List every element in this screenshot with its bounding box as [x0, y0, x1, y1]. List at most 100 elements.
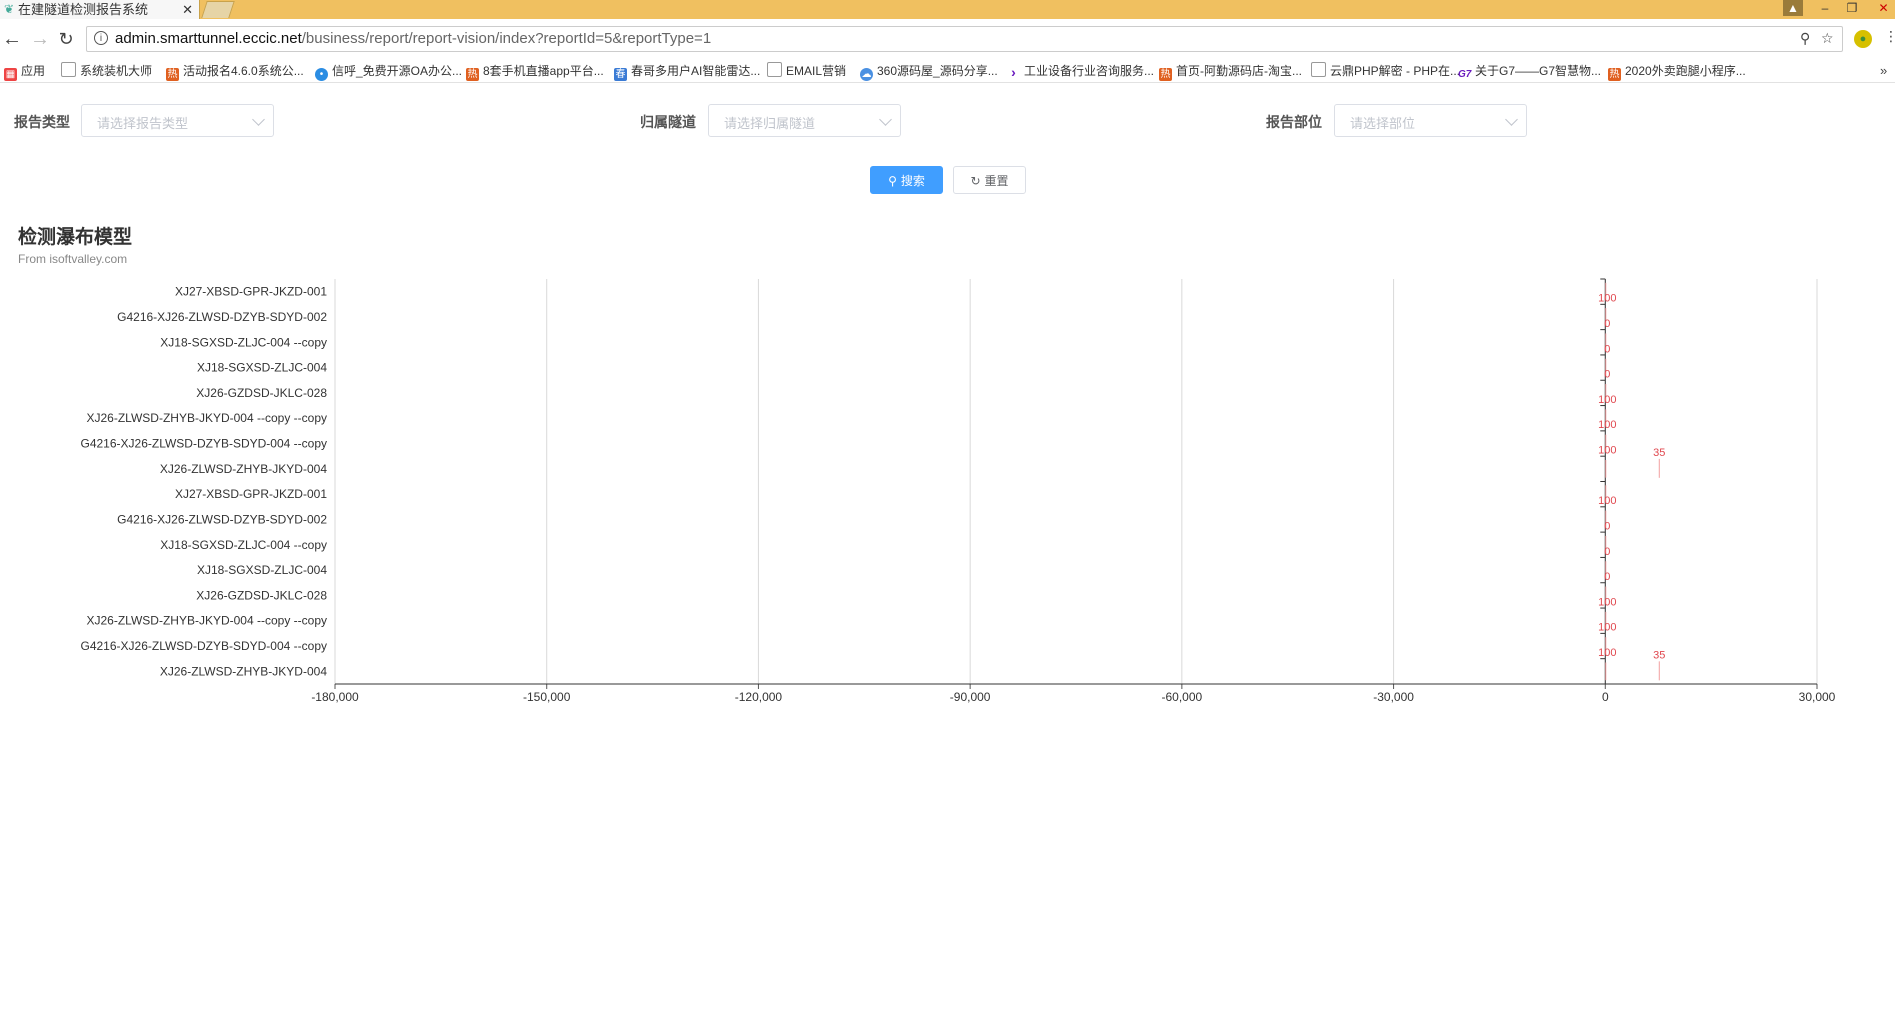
x-tick-label: -120,000 — [735, 690, 783, 704]
chart-title: 检测瀑布模型 — [18, 227, 133, 248]
data-label: 0 — [1604, 571, 1610, 583]
maximize-icon[interactable]: ❐ — [1843, 0, 1861, 16]
page-icon — [61, 62, 76, 77]
data-label: 0 — [1604, 520, 1610, 532]
category-label: G4216-XJ26-ZLWSD-DZYB-SDYD-002 — [117, 512, 327, 526]
bookmark-item[interactable]: 热首页-阿勤源码店-淘宝... — [1159, 60, 1302, 82]
bookmark-item[interactable]: › 工业设备行业咨询服务... — [1007, 60, 1154, 82]
browser-title-bar: ❦ 在建隧道检测报告系统 ✕ ▲ – ❐ ✕ — [0, 0, 1895, 19]
info-icon[interactable]: i — [94, 31, 108, 45]
brand-icon: 热 — [166, 68, 179, 81]
category-label: XJ27-XBSD-GPR-JKZD-001 — [175, 487, 327, 501]
data-label: 100 — [1598, 419, 1616, 431]
tab-close-icon[interactable]: ✕ — [182, 0, 193, 19]
x-tick-label: -30,000 — [1373, 690, 1414, 704]
bookmark-label: 8套手机直播app平台... — [483, 64, 604, 78]
star-icon[interactable]: ☆ — [1821, 30, 1834, 47]
extension-icon[interactable]: ● — [1854, 30, 1872, 48]
bookmark-label: 2020外卖跑腿小程序... — [1625, 64, 1746, 78]
bookmark-label: 活动报名4.6.0系统公... — [183, 64, 304, 78]
refresh-icon: ↻ — [970, 174, 981, 188]
category-label: XJ26-GZDSD-JKLC-028 — [196, 386, 327, 400]
x-tick-label: 30,000 — [1799, 690, 1836, 704]
tab-favicon-icon: ❦ — [4, 2, 15, 16]
bookmark-item[interactable]: • 信呼_免费开源OA办公... — [315, 60, 462, 82]
x-tick-label: -90,000 — [950, 690, 991, 704]
search-button[interactable]: ⚲ 搜索 — [870, 166, 943, 194]
bookmark-item[interactable]: 系统装机大师 — [61, 60, 152, 82]
reset-button[interactable]: ↻ 重置 — [953, 166, 1026, 194]
chevron-down-icon — [252, 113, 265, 126]
bookmark-label: 关于G7——G7智慧物... — [1475, 64, 1602, 78]
part-select[interactable]: 请选择部位 — [1334, 104, 1527, 137]
url-path: /business/report/report-vision/index?rep… — [301, 30, 712, 47]
bookmark-item[interactable]: ☁ 360源码屋_源码分享... — [860, 60, 998, 82]
chevron-down-icon — [1505, 113, 1518, 126]
bookmark-item[interactable]: G7 关于G7——G7智慧物... — [1458, 60, 1601, 82]
chart-subtitle: From isoftvalley.com — [18, 252, 128, 266]
data-label: 35 — [1653, 447, 1665, 459]
chevron-icon: › — [1011, 64, 1016, 80]
bookmarks-bar: ▦ 应用 系统装机大师 热活动报名4.6.0系统公... • 信呼_免费开源OA办公… — [0, 60, 1895, 83]
tunnel-placeholder: 请选择归属隧道 — [724, 116, 816, 131]
data-label: 100 — [1598, 647, 1616, 659]
menu-dots-icon[interactable]: ⋮ — [1884, 28, 1895, 45]
minimize-icon[interactable]: – — [1816, 0, 1834, 16]
data-label: 100 — [1598, 445, 1616, 457]
url-host: admin.smarttunnel.eccic.net — [115, 30, 302, 47]
tab-title: 在建隧道检测报告系统 — [18, 2, 149, 17]
bookmark-label: 春哥多用户AI智能雷达... — [631, 64, 761, 78]
bookmark-label: 信呼_免费开源OA办公... — [332, 64, 463, 78]
forward-arrow-icon[interactable]: → — [30, 29, 50, 49]
brand-icon: 热 — [466, 68, 479, 81]
category-label: XJ18-SGXSD-ZLJC-004 — [197, 361, 327, 375]
data-bar — [1605, 662, 1607, 681]
url-input[interactable]: i admin.smarttunnel.eccic.net/business/r… — [86, 26, 1843, 52]
bookmark-label: 360源码屋_源码分享... — [877, 64, 998, 78]
bookmark-item[interactable]: EMAIL营销 — [767, 60, 846, 82]
location-pin-icon[interactable]: ⚲ — [1800, 30, 1810, 47]
x-tick-label: -60,000 — [1162, 690, 1203, 704]
data-label: 100 — [1598, 596, 1616, 608]
apps-icon: ▦ — [4, 68, 17, 81]
address-bar-row: ← → ↻ i admin.smarttunnel.eccic.net/busi… — [0, 19, 1895, 61]
search-icon: ⚲ — [888, 174, 897, 188]
category-label: XJ18-SGXSD-ZLJC-004 — [197, 563, 327, 577]
category-label: XJ26-ZLWSD-ZHYB-JKYD-004 --copy --copy — [87, 614, 328, 628]
chat-icon: • — [315, 68, 328, 81]
g7-icon: G7 — [1458, 69, 1472, 80]
bookmark-item[interactable]: 云鼎PHP解密 - PHP在... — [1311, 60, 1460, 82]
reload-icon[interactable]: ↻ — [56, 29, 76, 49]
window-close-icon[interactable]: ✕ — [1872, 0, 1895, 16]
data-label: 100 — [1598, 495, 1616, 507]
report-type-placeholder: 请选择报告类型 — [97, 116, 189, 131]
data-bar — [1605, 459, 1607, 478]
report-type-label: 报告类型 — [14, 114, 70, 130]
bookmark-label: 应用 — [21, 64, 46, 78]
category-label: XJ26-ZLWSD-ZHYB-JKYD-004 --copy --copy — [87, 411, 328, 425]
bookmark-item[interactable]: 热活动报名4.6.0系统公... — [166, 60, 304, 82]
bookmark-item[interactable]: 热 8套手机直播app平台... — [466, 60, 604, 82]
browser-tab[interactable]: ❦ 在建隧道检测报告系统 ✕ — [0, 0, 200, 19]
tunnel-select[interactable]: 请选择归属隧道 — [708, 104, 901, 137]
chevron-down-icon — [879, 113, 892, 126]
category-label: XJ27-XBSD-GPR-JKZD-001 — [175, 285, 327, 299]
bookmarks-overflow-icon[interactable]: » — [1880, 60, 1887, 82]
data-label: 0 — [1604, 546, 1610, 558]
data-label: 100 — [1598, 293, 1616, 305]
bookmark-item[interactable]: 春春哥多用户AI智能雷达... — [614, 60, 760, 82]
data-label: 0 — [1604, 343, 1610, 355]
category-label: XJ18-SGXSD-ZLJC-004 --copy — [160, 538, 327, 552]
back-arrow-icon[interactable]: ← — [2, 29, 22, 49]
bookmark-label: 首页-阿勤源码店-淘宝... — [1176, 64, 1302, 78]
part-label: 报告部位 — [1266, 114, 1322, 130]
bookmark-item[interactable]: 热 2020外卖跑腿小程序... — [1608, 60, 1746, 82]
profile-icon[interactable]: ▲ — [1783, 0, 1803, 16]
bookmark-item[interactable]: ▦ 应用 — [4, 60, 45, 82]
cloud-icon: ☁ — [860, 68, 873, 81]
bookmark-label: 工业设备行业咨询服务... — [1024, 64, 1155, 78]
report-type-select[interactable]: 请选择报告类型 — [81, 104, 274, 137]
new-tab-button[interactable] — [201, 1, 235, 18]
url-text: admin.smarttunnel.eccic.net/business/rep… — [115, 30, 711, 48]
category-label: XJ18-SGXSD-ZLJC-004 --copy — [160, 335, 327, 349]
